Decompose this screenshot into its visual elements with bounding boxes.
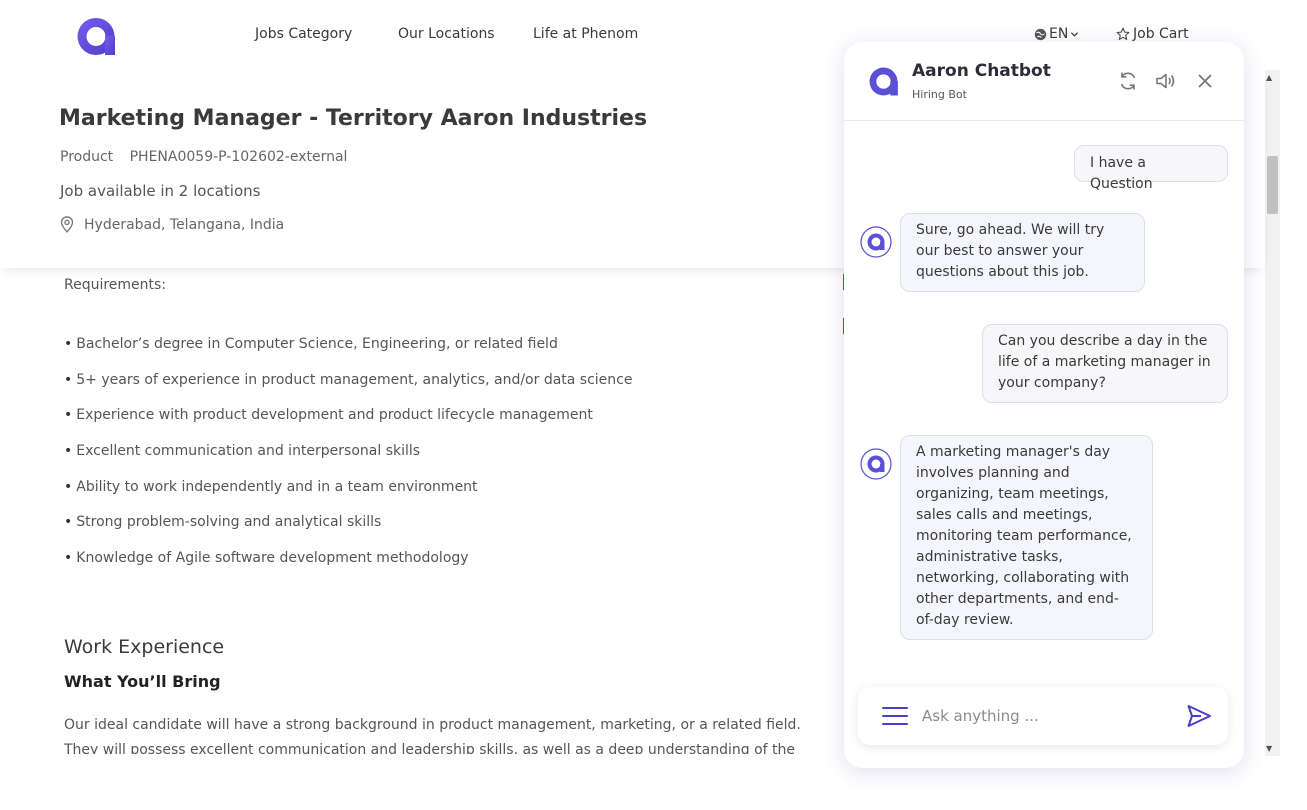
job-title: Marketing Manager - Territory Aaron Indu… bbox=[59, 106, 648, 131]
bot-avatar-icon bbox=[860, 448, 892, 480]
chatbot-header: Aaron Chatbot Hiring Bot bbox=[844, 42, 1244, 121]
work-experience-heading: Work Experience bbox=[64, 636, 225, 658]
chat-input[interactable] bbox=[922, 704, 1162, 728]
requirement-item: Strong problem-solving and analytical sk… bbox=[64, 514, 632, 550]
location-pin-icon bbox=[60, 216, 74, 233]
scroll-up-icon[interactable]: ▲ bbox=[1266, 73, 1272, 82]
chatbot-logo-icon bbox=[869, 67, 898, 96]
scrollbar-thumb[interactable] bbox=[1267, 156, 1278, 214]
job-category: Product bbox=[60, 149, 114, 165]
requirement-item: Knowledge of Agile software development … bbox=[64, 550, 632, 586]
job-meta: Product PHENA0059-P-102602-external bbox=[60, 149, 347, 165]
send-icon[interactable] bbox=[1186, 703, 1212, 729]
chatbot-panel: Aaron Chatbot Hiring Bot I have a Questi… bbox=[844, 42, 1244, 768]
requirement-item: Bachelor’s degree in Computer Science, E… bbox=[64, 336, 632, 372]
bot-message: A marketing manager's day involves plann… bbox=[900, 435, 1153, 640]
star-icon bbox=[1116, 27, 1130, 40]
globe-icon bbox=[1034, 28, 1047, 40]
bot-avatar-icon bbox=[860, 226, 892, 258]
language-label: EN bbox=[1049, 26, 1069, 42]
job-cart-label: Job Cart bbox=[1133, 26, 1189, 42]
nav-life-at-phenom[interactable]: Life at Phenom bbox=[533, 26, 638, 42]
job-location-text: Hyderabad, Telangana, India bbox=[84, 216, 285, 233]
requirement-item: Excellent communication and interpersona… bbox=[64, 443, 632, 479]
description-paragraph: Our ideal candidate will have a strong b… bbox=[64, 717, 801, 754]
user-message: I have a Question bbox=[1074, 145, 1228, 192]
job-id: PHENA0059-P-102602-external bbox=[129, 149, 348, 165]
requirements-list: Bachelor’s degree in Computer Science, E… bbox=[64, 336, 632, 586]
chevron-down-icon bbox=[1071, 31, 1079, 37]
nav-jobs-category[interactable]: Jobs Category bbox=[255, 26, 352, 42]
job-availability[interactable]: Job available in 2 locations bbox=[60, 182, 260, 200]
page: Jobs Category Our Locations Life at Phen… bbox=[0, 0, 1307, 810]
user-message: Can you describe a day in the life of a … bbox=[982, 324, 1228, 403]
company-logo[interactable] bbox=[76, 16, 116, 57]
menu-icon[interactable] bbox=[882, 706, 908, 726]
requirement-item: Experience with product development and … bbox=[64, 407, 632, 443]
refresh-icon[interactable] bbox=[1116, 69, 1140, 93]
requirements-heading: Requirements: bbox=[64, 277, 167, 293]
speaker-icon[interactable] bbox=[1154, 69, 1178, 93]
chatbot-subtitle: Hiring Bot bbox=[912, 88, 967, 101]
chatbot-title: Aaron Chatbot bbox=[912, 61, 1051, 81]
job-cart-link[interactable]: Job Cart bbox=[1116, 26, 1189, 42]
chat-input-bar bbox=[858, 687, 1228, 745]
language-selector[interactable]: EN bbox=[1034, 26, 1079, 42]
requirement-item: Ability to work independently and in a t… bbox=[64, 479, 632, 515]
bot-message: Sure, go ahead. We will try our best to … bbox=[900, 213, 1145, 292]
job-description: Requirements: Bachelor’s degree in Compu… bbox=[0, 268, 845, 754]
what-youll-bring-heading: What You’ll Bring bbox=[64, 672, 221, 691]
close-icon[interactable] bbox=[1193, 69, 1217, 93]
scroll-down-icon[interactable]: ▼ bbox=[1266, 744, 1272, 753]
job-location: Hyderabad, Telangana, India bbox=[60, 216, 284, 233]
requirement-item: 5+ years of experience in product manage… bbox=[64, 372, 632, 408]
nav-our-locations[interactable]: Our Locations bbox=[398, 26, 495, 42]
